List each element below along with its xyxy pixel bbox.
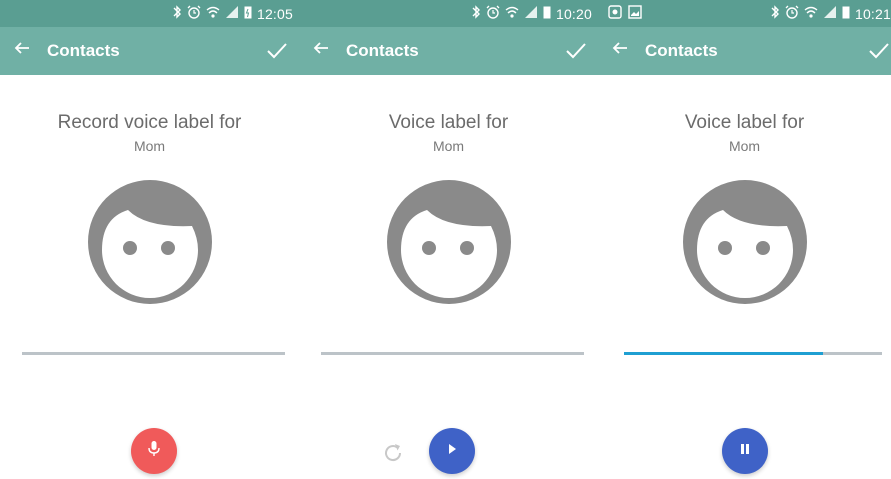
pause-button[interactable] [722, 428, 768, 474]
page-heading: Voice label for [388, 112, 509, 133]
back-arrow-icon[interactable] [313, 38, 329, 62]
redo-button[interactable] [382, 442, 404, 464]
status-icons: 10:20 [471, 5, 592, 22]
app-bar-title: Contacts [645, 41, 718, 60]
bluetooth-icon [172, 5, 182, 22]
status-bar: 10:21 [598, 0, 891, 27]
screens-row: 12:05 Contacts Record voice label for Mo… [0, 0, 891, 479]
alarm-icon [785, 5, 799, 22]
wifi-icon [505, 5, 519, 22]
status-bar: 12:05 [0, 0, 299, 27]
redo-icon [382, 442, 404, 469]
contact-avatar-icon [87, 180, 212, 304]
back-arrow-icon[interactable] [14, 38, 30, 62]
contact-avatar-icon [682, 180, 807, 304]
contact-name: Mom [728, 138, 761, 154]
battery-icon [842, 5, 850, 22]
status-bar: 10:20 [299, 0, 598, 27]
signal-icon [823, 5, 837, 22]
battery-charging-icon [244, 5, 252, 22]
playback-progress-bar[interactable] [321, 352, 584, 355]
image-notification-icon [628, 5, 642, 22]
status-icons: 10:21 [770, 5, 891, 22]
screen-recorded: 10:20 Contacts Voice label for Mom [299, 0, 598, 479]
app-bar: Contacts [299, 27, 598, 75]
page-heading: Voice label for [684, 112, 805, 133]
signal-icon [225, 5, 239, 22]
page-heading: Record voice label for [57, 112, 242, 133]
play-button[interactable] [429, 428, 475, 474]
screenshot-notification-icon [608, 5, 622, 22]
contact-avatar-icon [386, 180, 511, 304]
alarm-icon [187, 5, 201, 22]
contact-name: Mom [133, 138, 166, 154]
signal-icon [524, 5, 538, 22]
wifi-icon [804, 5, 818, 22]
battery-icon [543, 5, 551, 22]
status-time: 10:21 [854, 5, 891, 22]
playback-progress-fill [624, 352, 823, 355]
microphone-icon [146, 440, 162, 463]
play-icon [446, 442, 458, 460]
status-icons: 12:05 [172, 5, 293, 22]
wifi-icon [206, 5, 220, 22]
contact-name: Mom [432, 138, 465, 154]
back-arrow-icon[interactable] [612, 38, 628, 62]
app-bar: Contacts [0, 27, 299, 75]
playback-progress-bar[interactable] [22, 352, 285, 355]
bluetooth-icon [770, 5, 780, 22]
checkmark-icon[interactable] [867, 38, 891, 67]
record-button[interactable] [131, 428, 177, 474]
notification-icons [608, 5, 642, 22]
screen-playing: 10:21 Contacts Voice label for Mom [598, 0, 891, 479]
checkmark-icon[interactable] [564, 38, 588, 67]
pause-icon [739, 442, 751, 460]
status-time: 12:05 [256, 5, 293, 22]
alarm-icon [486, 5, 500, 22]
app-bar: Contacts [598, 27, 891, 75]
app-bar-title: Contacts [346, 41, 419, 60]
playback-progress-bar[interactable] [624, 352, 882, 355]
status-time: 10:20 [555, 5, 592, 22]
screen-record: 12:05 Contacts Record voice label for Mo… [0, 0, 299, 479]
app-bar-title: Contacts [47, 41, 120, 60]
checkmark-icon[interactable] [265, 38, 289, 67]
bluetooth-icon [471, 5, 481, 22]
